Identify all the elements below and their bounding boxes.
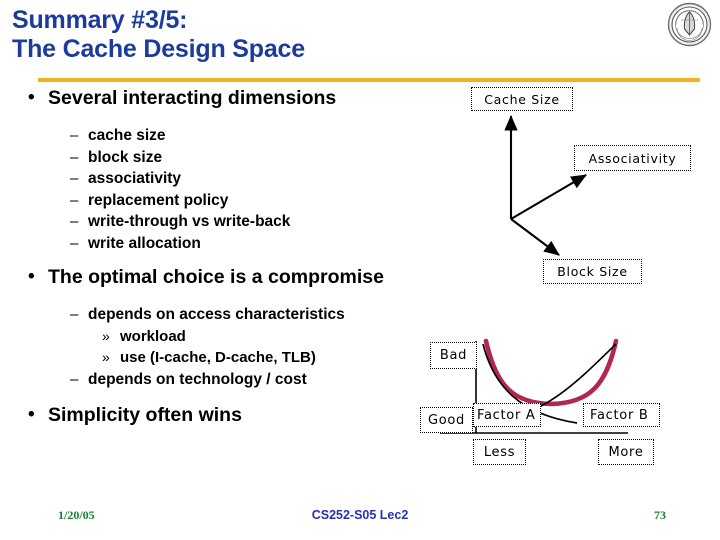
- bullet-technology-cost: depends on technology / cost: [26, 369, 496, 391]
- chart-label-less: Less: [473, 439, 526, 465]
- slide-body: Several interacting dimensions cache siz…: [26, 85, 496, 430]
- bullet-workload: workload: [26, 326, 496, 348]
- footer-course: CS252-S05 Lec2: [311, 508, 409, 522]
- slide-canvas: Summary #3/5: The Cache Design Space Sev…: [0, 0, 720, 540]
- bullet-block-size: block size: [26, 147, 496, 169]
- chart-label-bad: Bad: [430, 342, 477, 369]
- university-seal-icon: [667, 2, 712, 47]
- bullet-associativity: associativity: [26, 168, 496, 190]
- chart-label-factor-b: Factor B: [583, 403, 660, 427]
- bullet-write-through-vs-write-back: write-through vs write-back: [26, 211, 496, 233]
- bullet-use-caches: use (I-cache, D-cache, TLB): [26, 347, 496, 369]
- footer-page-number: 73: [654, 508, 666, 522]
- page-title: Summary #3/5: The Cache Design Space: [12, 6, 652, 64]
- title-line-1: Summary #3/5:: [12, 6, 188, 34]
- bullet-cache-size: cache size: [26, 125, 496, 147]
- chart-series-total: [483, 338, 619, 407]
- bullet-replacement-policy: replacement policy: [26, 190, 496, 212]
- diagram-box-associativity: Associativity: [574, 145, 691, 171]
- bullet-write-allocation: write allocation: [26, 233, 496, 255]
- chart-label-more: More: [598, 439, 654, 465]
- chart-label-factor-a: Factor A: [473, 403, 541, 427]
- bullet-level1-optimal-choice: The optimal choice is a compromise: [26, 264, 496, 290]
- chart-label-good: Good: [420, 407, 473, 433]
- title-line-2: The Cache Design Space: [12, 35, 305, 63]
- bullet-access-characteristics: depends on access characteristics: [26, 304, 496, 326]
- title-underline-rule: [38, 78, 700, 82]
- diagram-box-block-size: Block Size: [543, 259, 642, 284]
- diagram-box-cache-size: Cache Size: [471, 87, 573, 111]
- arrow-to-block-size: [510, 218, 560, 256]
- bullet-level1-dimensions: Several interacting dimensions: [26, 85, 496, 111]
- arrow-to-associativity: [510, 174, 587, 220]
